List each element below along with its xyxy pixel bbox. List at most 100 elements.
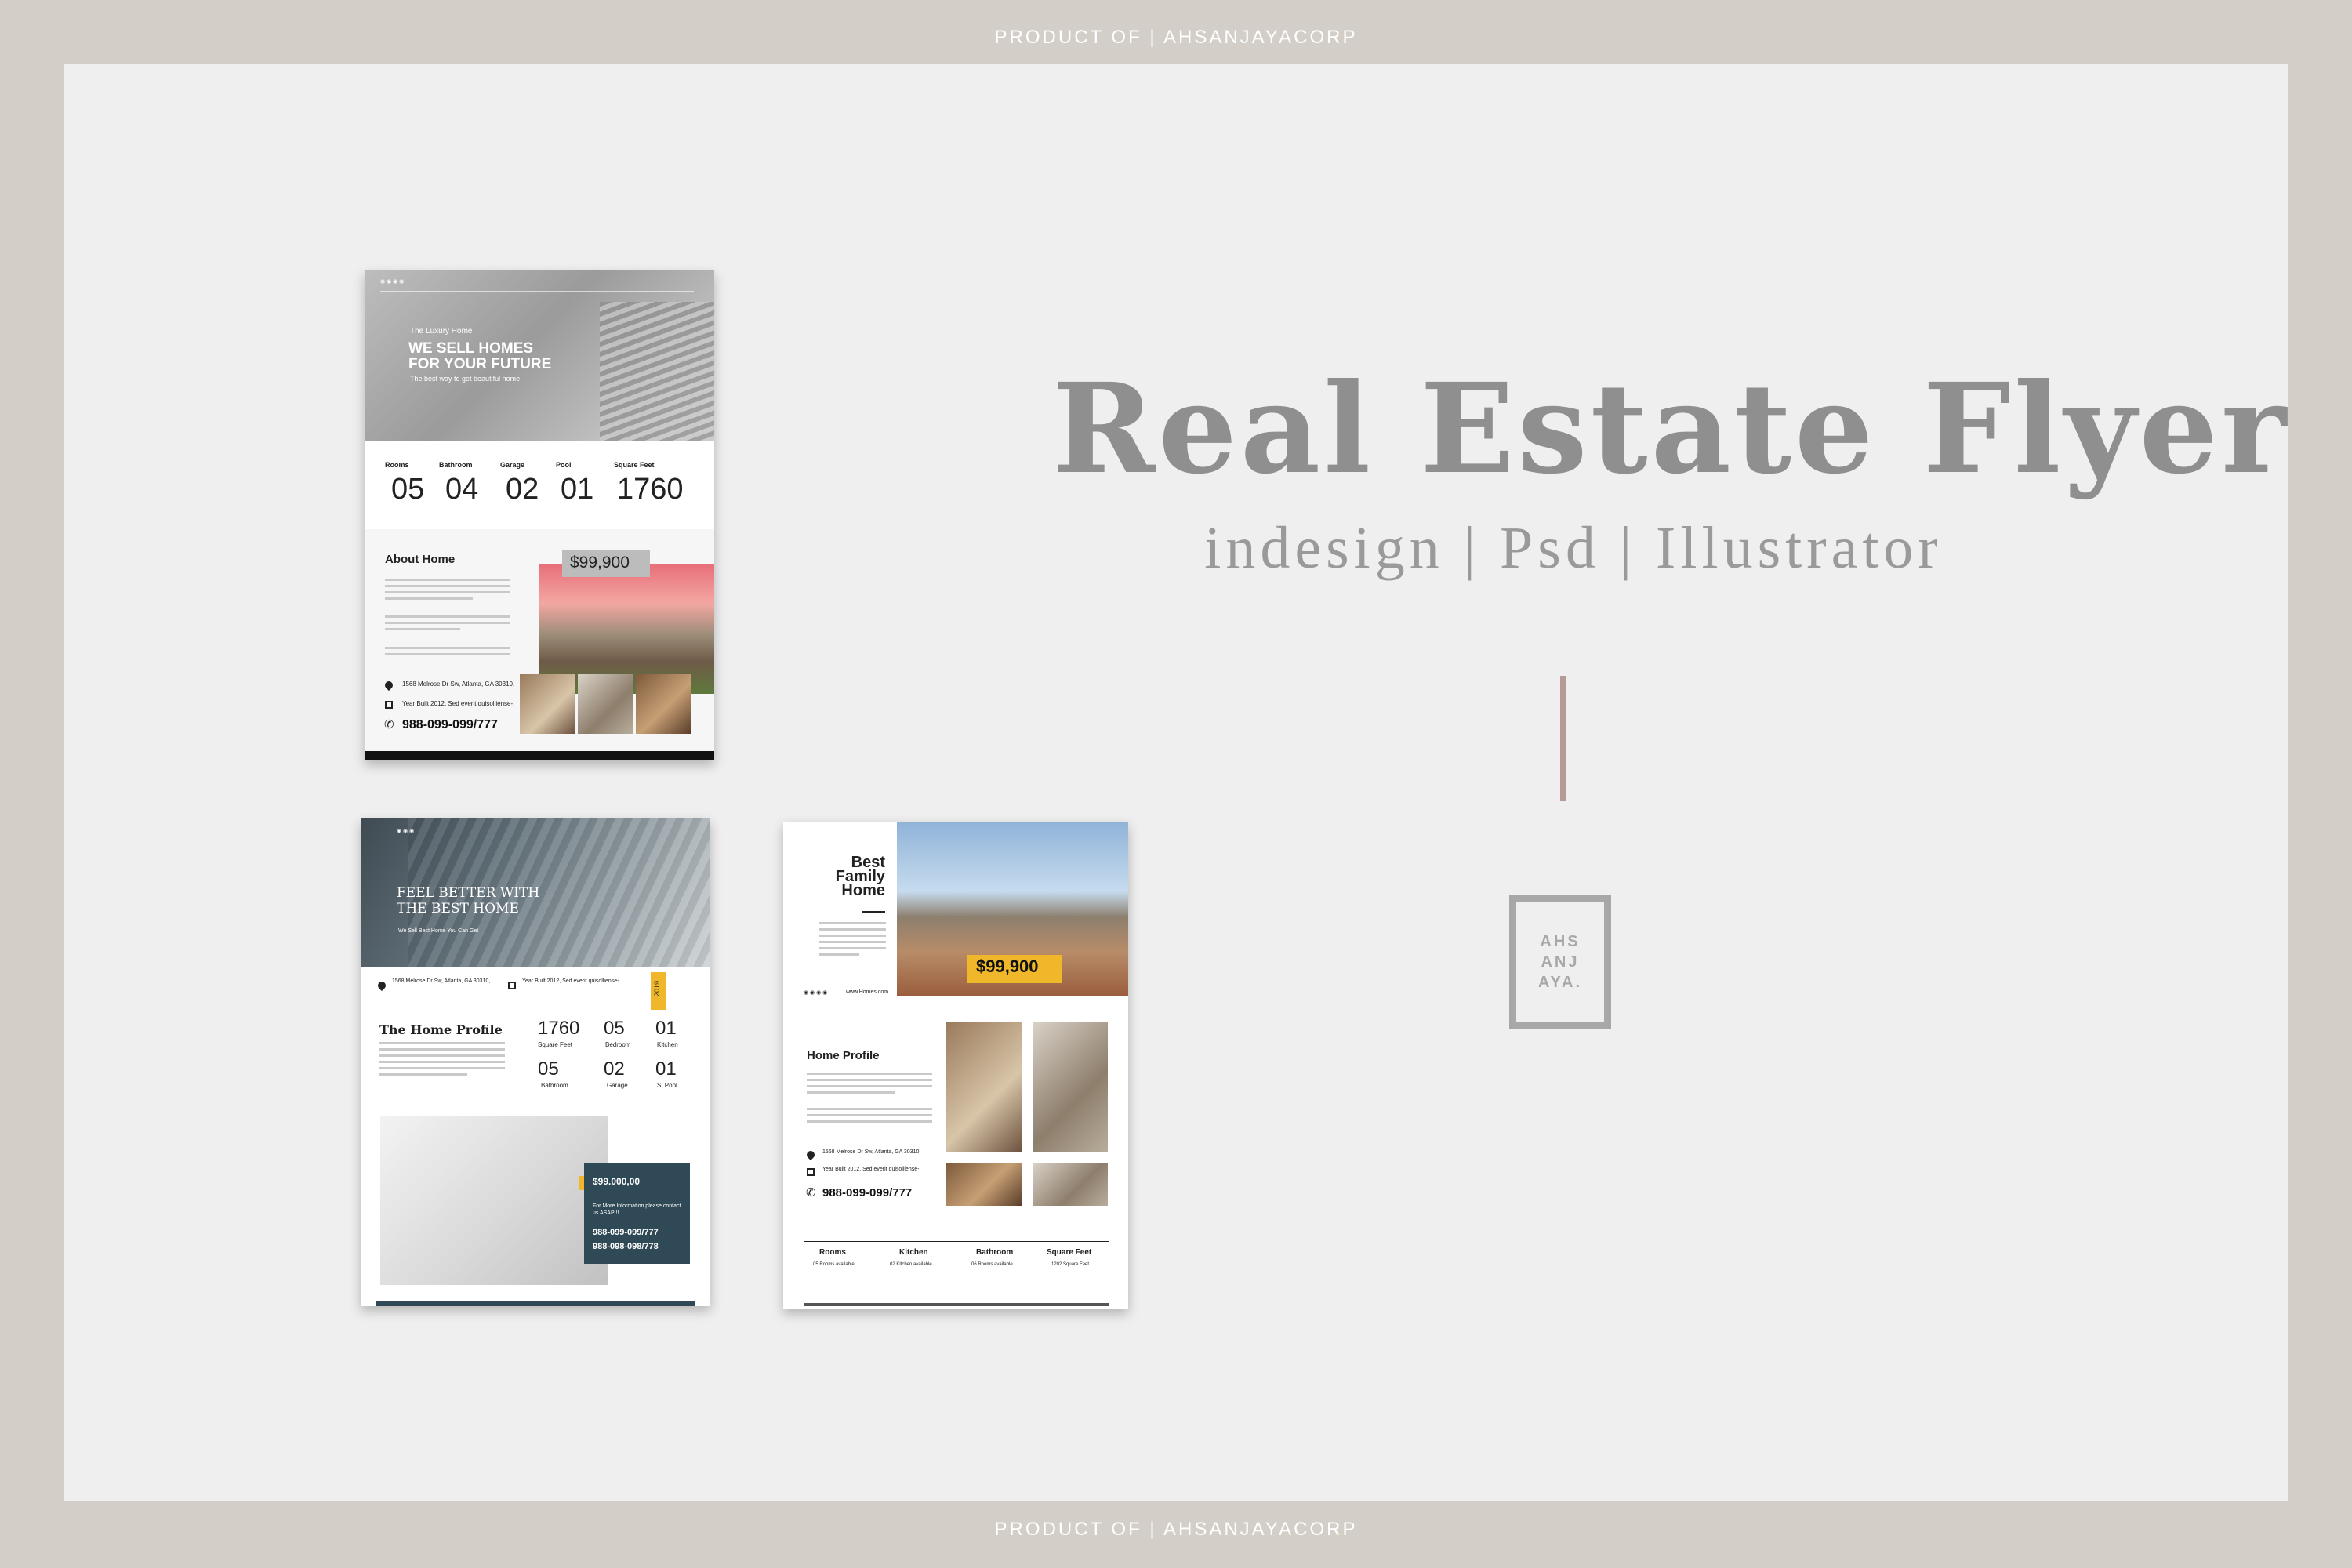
profile-body-text <box>379 1042 505 1080</box>
stat-value-garage: 02 <box>604 1058 625 1080</box>
pin-icon <box>376 979 388 992</box>
stat-value-bedroom: 05 <box>604 1018 625 1039</box>
stat-value-square-feet: 1760 <box>617 473 684 506</box>
tagline: The Luxury Home <box>410 327 473 336</box>
stat-label-square-feet: Square Feet <box>614 461 655 469</box>
social-icons: ◉ ◉ ◉ ◉ <box>804 990 828 996</box>
page-subtitle: indesign | Psd | Illustrator <box>1204 515 1943 581</box>
calendar-icon <box>508 982 516 989</box>
stat-label-garage: Garage <box>607 1082 628 1089</box>
feature-title-bathroom: Bathroom <box>976 1248 1014 1257</box>
website: www.Homes.com <box>846 989 889 995</box>
features-rule <box>804 1241 1109 1242</box>
year-info: Year Built 2012, Sed everit quisolliense… <box>522 978 619 984</box>
profile-title: The Home Profile <box>379 1022 503 1037</box>
stat-label-pool: S. Pool <box>657 1082 677 1089</box>
interior-photo-3 <box>946 1163 1022 1206</box>
profile-body-text-2 <box>807 1108 932 1127</box>
phone-icon: ✆ <box>384 718 394 731</box>
about-title: About Home <box>385 553 456 566</box>
flyer-feel-better: ◉ ◉ ◉ FEEL BETTER WITH THE BEST HOME We … <box>361 818 710 1306</box>
phone-number: 988-099-099/777 <box>402 718 498 731</box>
price: $99.000,00 <box>593 1176 641 1187</box>
interior-photo-3 <box>636 674 691 734</box>
feature-title-square-feet: Square Feet <box>1047 1248 1092 1257</box>
headline-line1: FEEL BETTER WITH <box>397 885 540 901</box>
subline: We Sell Best Home You Can Get <box>398 928 479 934</box>
feature-detail-bathroom: 06 Rooms available <box>971 1262 1013 1267</box>
stat-value-garage: 02 <box>506 473 539 506</box>
brand-logo: AHS ANJ AYA. <box>1509 895 1611 1029</box>
about-body-text <box>385 579 510 604</box>
stairs-photo <box>600 302 714 441</box>
footer-bar <box>804 1303 1109 1306</box>
social-icons: ◉ ◉ ◉ <box>397 829 415 834</box>
stat-label-bathroom: Bathroom <box>439 461 473 469</box>
subline: The best way to get beautiful home <box>410 375 521 383</box>
stat-value-rooms: 05 <box>391 473 425 506</box>
address: 1568 Melrose Dr Sw, Atlanta, GA 30310, <box>402 681 515 688</box>
pin-icon <box>383 679 395 691</box>
year-built: Year Built 2012, Sed everit quisolliense… <box>822 1167 920 1172</box>
stat-label-rooms: Rooms <box>385 461 409 469</box>
footer-bar <box>365 751 714 760</box>
stat-label-garage: Garage <box>500 461 525 469</box>
year-built: Year Built 2012, Sed everit quisolliense… <box>402 700 514 707</box>
stat-value-pool: 01 <box>561 473 594 506</box>
price: $99,900 <box>570 554 630 572</box>
price: $99,900 <box>976 956 1039 976</box>
feature-detail-square-feet: 1202 Square Feet <box>1051 1262 1090 1267</box>
headline-line2: FOR YOUR FUTURE <box>408 356 552 372</box>
interior-photo-1 <box>520 674 575 734</box>
title-line3: Home <box>841 882 885 899</box>
feature-detail-kitchen: 02 Kitchen available <box>890 1262 932 1267</box>
stat-label-bathroom: Bathroom <box>541 1082 568 1089</box>
logo-line3: AYA. <box>1537 974 1583 991</box>
phone-number-2: 988-098-098/778 <box>593 1242 659 1251</box>
address: 1568 Melrose Dr Sw, Atlanta, GA 30310, <box>392 978 491 984</box>
feature-detail-rooms: 05 Rooms available <box>813 1262 855 1267</box>
calendar-icon <box>807 1168 815 1176</box>
phone-number-1: 988-099-099/777 <box>593 1228 659 1237</box>
stat-value-bathroom: 04 <box>445 473 479 506</box>
bottom-banner: PRODUCT OF | AHSANJAYACORP <box>994 1519 1358 1540</box>
calendar-icon <box>385 701 393 709</box>
logo-line1: AHS <box>1540 933 1581 950</box>
social-icons: ◉ ◉ ◉ ◉ <box>380 279 405 285</box>
profile-body-text <box>807 1073 932 1098</box>
pin-icon <box>804 1149 817 1161</box>
about-body-text-3 <box>385 647 510 659</box>
header-rule <box>380 291 694 292</box>
intro-text <box>819 922 886 960</box>
phone-icon: ✆ <box>806 1186 816 1200</box>
interior-photo-2 <box>578 674 633 734</box>
logo-line2: ANJ <box>1541 953 1580 971</box>
stat-value-pool: 01 <box>655 1058 677 1080</box>
year-badge-text: 2019 <box>653 980 662 997</box>
headline-line1: WE SELL HOMES <box>408 340 534 357</box>
interior-photo-4 <box>1033 1163 1108 1206</box>
stat-label-pool: Pool <box>556 461 572 469</box>
divider-line <box>1560 676 1566 801</box>
feature-title-kitchen: Kitchen <box>899 1248 928 1257</box>
address: 1568 Melrose Dr Sw, Atlanta, GA 30310, <box>822 1149 921 1155</box>
phone-number: 988-099-099/777 <box>822 1186 913 1200</box>
stat-label-square-feet: Square Feet <box>538 1041 573 1048</box>
headline-line2: THE BEST HOME <box>397 901 519 916</box>
top-banner: PRODUCT OF | AHSANJAYACORP <box>994 27 1358 48</box>
interior-photo-2 <box>1033 1022 1108 1152</box>
contact-note: For More Information please contact us A… <box>593 1203 681 1216</box>
stat-value-bathroom: 05 <box>538 1058 559 1080</box>
stat-label-bedroom: Bedroom <box>605 1041 631 1048</box>
footer-bar <box>376 1301 695 1306</box>
stat-label-kitchen: Kitchen <box>657 1041 678 1048</box>
title-rule <box>862 911 885 913</box>
interior-photo-1 <box>946 1022 1022 1152</box>
flyer-luxury-home: ◉ ◉ ◉ ◉ The Luxury Home WE SELL HOMES FO… <box>365 270 714 760</box>
feature-title-rooms: Rooms <box>819 1248 846 1257</box>
stairs-photo <box>380 1116 608 1285</box>
about-body-text-2 <box>385 615 510 634</box>
flyer-best-family-home: Best Family Home $99,900 ◉ ◉ ◉ ◉ www.Hom… <box>783 822 1128 1309</box>
profile-title: Home Profile <box>807 1049 880 1062</box>
stat-value-kitchen: 01 <box>655 1018 677 1039</box>
